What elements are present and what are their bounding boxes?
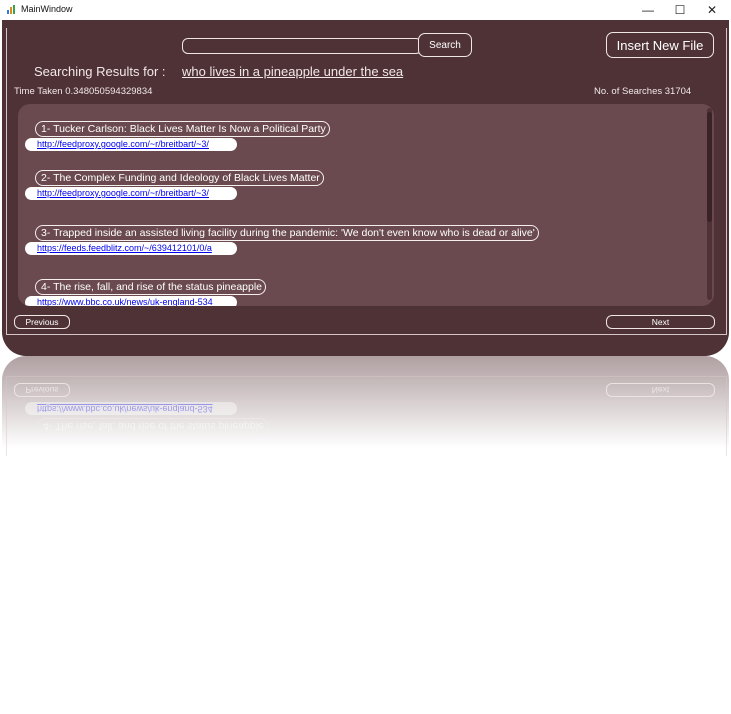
window-title: MainWindow — [21, 4, 73, 14]
title-bar: MainWindow — ☐ ✕ — [0, 0, 731, 20]
search-input[interactable] — [182, 38, 422, 54]
result-title: 1- Tucker Carlson: Black Lives Matter Is… — [35, 121, 330, 137]
scroll-thumb[interactable] — [707, 112, 712, 222]
result-link[interactable]: https://www.bbc.co.uk/news/uk-england-53… — [25, 296, 237, 306]
minimize-icon[interactable]: — — [632, 0, 664, 20]
previous-button[interactable]: Previous — [14, 315, 70, 329]
result-link[interactable]: http://feedproxy.google.com/~r/breitbart… — [25, 187, 237, 200]
result-link[interactable]: http://feedproxy.google.com/~r/breitbart… — [25, 138, 237, 151]
query-text: who lives in a pineapple under the sea — [182, 64, 404, 79]
result-link[interactable]: https://feeds.feedblitz.com/~/639412101/… — [25, 242, 237, 255]
results-list[interactable]: 1- Tucker Carlson: Black Lives Matter Is… — [18, 104, 714, 306]
reflection-title: 4- The rise, fall, and rise of the statu… — [37, 418, 269, 434]
panel-reflection: Previous Next https://www.bbc.co.uk/news… — [2, 356, 729, 456]
next-button[interactable]: Next — [606, 315, 715, 329]
close-icon[interactable]: ✕ — [696, 0, 728, 20]
reflection-previous: Previous — [14, 383, 70, 397]
results-scrollbar[interactable] — [705, 104, 714, 306]
search-count: No. of Searches 31704 — [594, 86, 692, 97]
search-button[interactable]: Search — [418, 33, 472, 57]
maximize-icon[interactable]: ☐ — [664, 0, 696, 20]
reflection-next: Next — [606, 383, 715, 397]
reflection-link: https://www.bbc.co.uk/news/uk-england-53… — [25, 402, 237, 415]
time-taken: Time Taken 0.348050594329834 — [14, 86, 153, 97]
result-title: 4- The rise, fall, and rise of the statu… — [35, 279, 267, 295]
result-title: 2- The Complex Funding and Ideology of B… — [35, 170, 324, 186]
result-title: 3- Trapped inside an assisted living fac… — [35, 225, 539, 241]
results-label: Searching Results for : — [34, 64, 166, 79]
main-panel: Search Insert New File Searching Results… — [2, 20, 729, 356]
insert-new-file-button[interactable]: Insert New File — [606, 32, 714, 58]
app-icon — [7, 5, 15, 14]
